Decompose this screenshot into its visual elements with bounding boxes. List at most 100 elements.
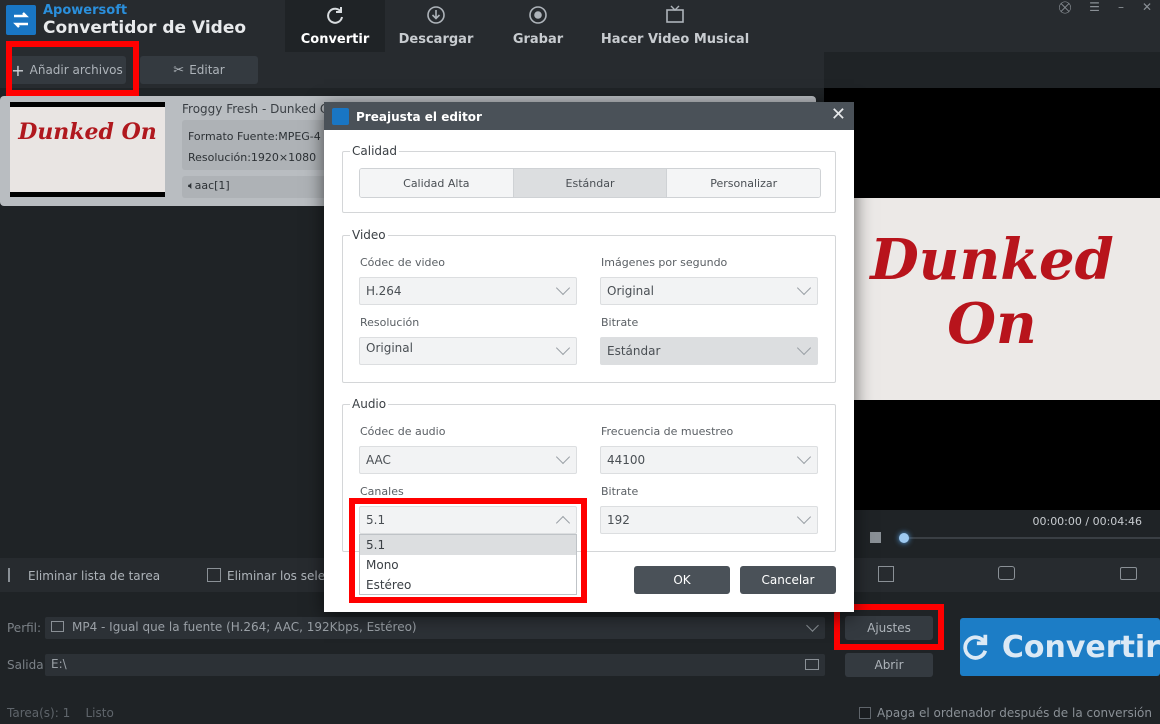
profile-label: Perfil:: [7, 621, 42, 635]
seek-handle[interactable]: [899, 533, 909, 543]
add-files-button[interactable]: + Añadir archivos: [8, 56, 126, 84]
quality-legend: Calidad: [350, 144, 399, 158]
seek-bar[interactable]: [902, 537, 1160, 539]
title-bar: Apowersoft Convertidor de Video Converti…: [0, 0, 1160, 52]
clear-list-icon: [8, 568, 22, 582]
sample-rate-value: 44100: [607, 453, 646, 467]
scissors-icon: ✂: [173, 62, 185, 78]
browse-folder-icon[interactable]: [805, 659, 819, 670]
quality-group: Calidad Calidad Alta Estándar Personaliz…: [342, 144, 836, 213]
quality-segmented-control: Calidad Alta Estándar Personalizar: [359, 168, 821, 198]
remove-selected-label: Eliminar los selecc: [227, 569, 339, 583]
crop-icon[interactable]: [878, 566, 894, 582]
clear-list-button[interactable]: Eliminar lista de tarea: [8, 568, 160, 583]
tv-icon: [666, 5, 684, 23]
file-meta: Formato Fuente:MPEG-4 Resolución:1920×10…: [182, 120, 342, 170]
camera-icon[interactable]: [998, 566, 1015, 580]
player-controls: 00:00:00 / 00:04:46: [824, 510, 1160, 558]
toolbar: + Añadir archivos ✂ Editar: [0, 52, 824, 88]
convert-button[interactable]: Convertir: [960, 618, 1160, 676]
close-icon[interactable]: ✕: [1142, 0, 1152, 15]
profile-value: MP4 - Igual que la fuente (H.264; AAC, 1…: [72, 620, 417, 634]
chevron-down-icon: [796, 280, 812, 296]
status-bar: Tarea(s): 1 Listo: [7, 706, 114, 720]
sample-rate-select[interactable]: 44100: [600, 446, 818, 474]
shutdown-label: Apaga el ordenador después de la convers…: [877, 706, 1152, 720]
quality-standard-option[interactable]: Estándar: [513, 169, 668, 197]
channels-option-5-1[interactable]: 5.1: [360, 535, 576, 555]
minimize-icon[interactable]: –: [1118, 0, 1124, 15]
chevron-down-icon: [796, 449, 812, 465]
fps-label: Imágenes por segundo: [601, 256, 728, 269]
channels-dropdown-list: 5.1 Mono Estéreo: [359, 534, 577, 595]
sample-rate-label: Frecuencia de muestreo: [601, 425, 734, 438]
app-title: Convertidor de Video: [43, 18, 247, 38]
channels-option-stereo[interactable]: Estéreo: [360, 575, 576, 595]
stop-icon[interactable]: [870, 532, 881, 543]
refresh-icon: [327, 7, 343, 24]
audio-track-select[interactable]: 🔈︎aac[1]: [182, 176, 342, 198]
resolution-select[interactable]: Original: [359, 337, 577, 365]
tab-label: Hacer Video Musical: [600, 32, 750, 47]
channels-option-mono[interactable]: Mono: [360, 555, 576, 575]
quality-high-option[interactable]: Calidad Alta: [360, 169, 514, 197]
source-resolution: Resolución:1920×1080: [188, 151, 317, 164]
output-path-value: E:\: [51, 657, 67, 671]
tab-label: Grabar: [512, 32, 564, 47]
channels-label: Canales: [360, 485, 404, 498]
tab-label: Descargar: [398, 32, 474, 47]
clear-list-label: Eliminar lista de tarea: [28, 569, 161, 583]
plus-icon: +: [11, 60, 25, 80]
download-icon: [427, 6, 445, 24]
shutdown-checkbox[interactable]: [859, 707, 872, 719]
video-codec-select[interactable]: H.264: [359, 277, 577, 305]
tab-hacer-video-musical[interactable]: Hacer Video Musical: [600, 0, 750, 52]
settings-button[interactable]: Ajustes: [845, 616, 933, 640]
audio-bitrate-label: Bitrate: [601, 485, 639, 498]
audio-track-label: aac[1]: [194, 179, 230, 192]
fps-select[interactable]: Original: [600, 277, 818, 305]
shutdown-option[interactable]: Apaga el ordenador después de la convers…: [859, 706, 1152, 720]
video-legend: Video: [350, 228, 388, 242]
remove-selected-button[interactable]: Eliminar los selecc: [207, 568, 338, 583]
tab-descargar[interactable]: Descargar: [395, 0, 477, 52]
chevron-up-icon: [555, 515, 571, 531]
menu-icon[interactable]: ☰: [1089, 0, 1100, 15]
profile-select[interactable]: MP4 - Igual que la fuente (H.264; AAC, 1…: [45, 617, 825, 639]
remove-selected-icon: [207, 568, 221, 582]
preview-text: Dunked On: [870, 227, 1114, 357]
open-button[interactable]: Abrir: [845, 653, 933, 677]
video-bitrate-select[interactable]: Estándar: [600, 337, 818, 365]
quality-custom-option[interactable]: Personalizar: [667, 169, 820, 197]
convert-refresh-icon: [963, 634, 988, 660]
output-path-field[interactable]: E:\: [45, 654, 825, 676]
chevron-down-icon: [806, 619, 819, 632]
task-count: Tarea(s): 1: [7, 706, 71, 720]
timecode: 00:00:00 / 00:04:46: [1032, 515, 1142, 528]
video-codec-value: H.264: [366, 284, 402, 298]
cancel-button[interactable]: Cancelar: [740, 566, 836, 594]
tab-grabar[interactable]: Grabar: [505, 0, 571, 52]
ok-button[interactable]: OK: [634, 566, 730, 594]
fps-value: Original: [607, 284, 654, 298]
chevron-down-icon: [555, 280, 571, 296]
audio-codec-label: Códec de audio: [360, 425, 446, 438]
dialog-header: Preajusta el editor ✕: [324, 102, 854, 130]
channels-select[interactable]: 5.1: [359, 506, 577, 534]
audio-codec-select[interactable]: AAC: [359, 446, 577, 474]
video-bitrate-label: Bitrate: [601, 316, 639, 329]
profile-icon: [51, 621, 64, 632]
preview-frame: Dunked On: [824, 198, 1160, 400]
audio-bitrate-value: 192: [607, 513, 630, 527]
edit-button[interactable]: ✂ Editar: [140, 56, 258, 84]
folder-icon[interactable]: [1120, 567, 1137, 580]
chevron-down-icon: [796, 509, 812, 525]
audio-bitrate-select[interactable]: 192: [600, 506, 818, 534]
app-logo-icon: [332, 108, 349, 125]
chevron-down-icon: [555, 340, 571, 356]
cart-icon[interactable]: ⛒: [1059, 0, 1071, 15]
brand-name: Apowersoft: [43, 3, 128, 18]
close-icon[interactable]: ✕: [831, 106, 846, 124]
tab-convertir[interactable]: Convertir: [285, 0, 385, 52]
app-logo-icon: [6, 5, 36, 35]
